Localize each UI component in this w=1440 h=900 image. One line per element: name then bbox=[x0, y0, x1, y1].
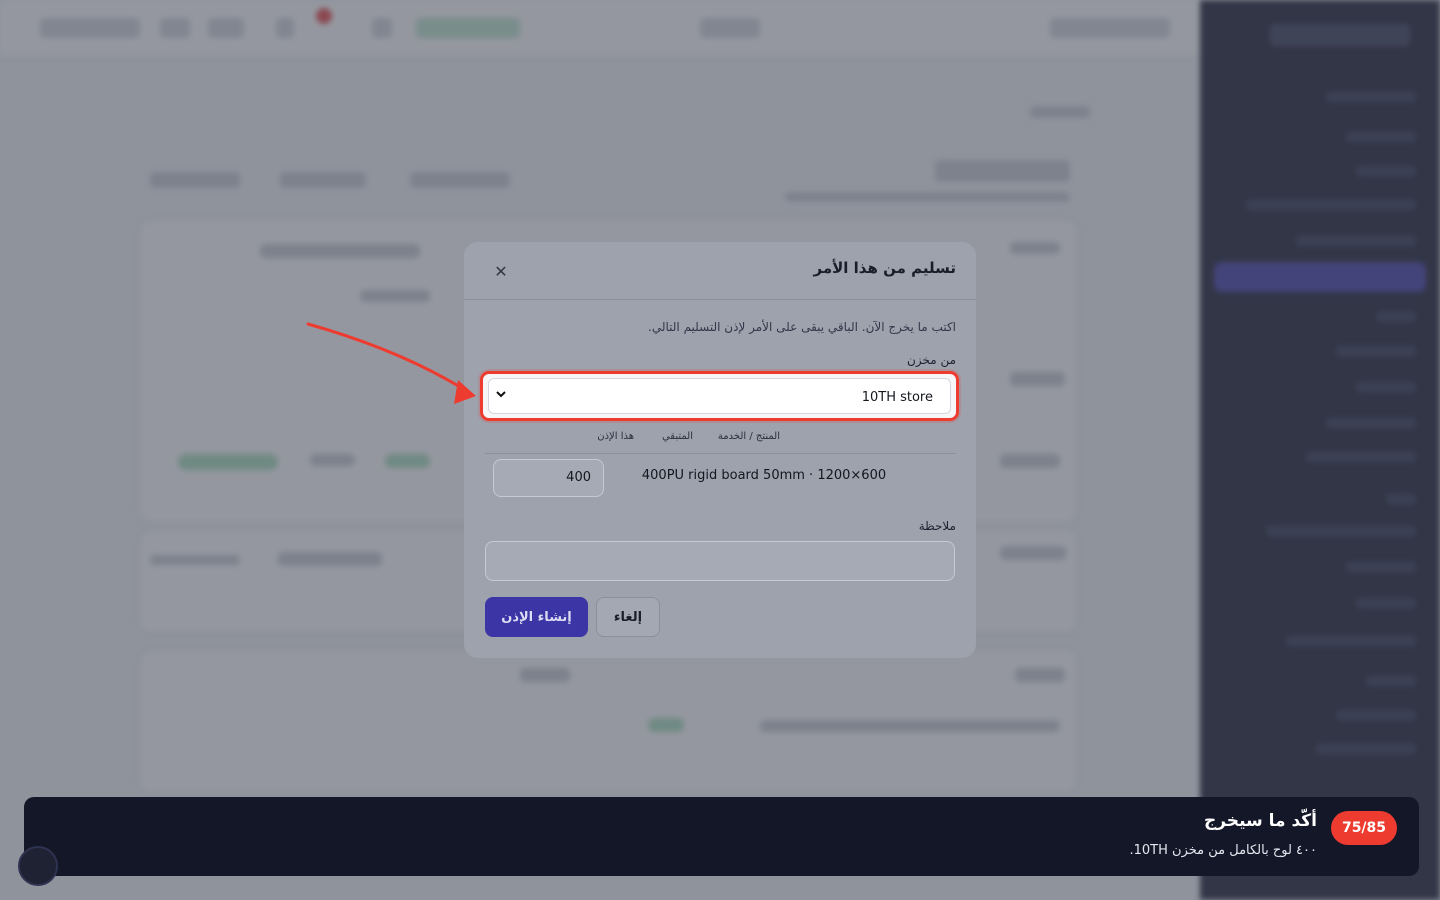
store-select-value: 10TH store bbox=[861, 390, 933, 405]
tour-banner: 75/85 أكّد ما سيخرج ٤٠٠ لوح بالكامل من م… bbox=[24, 797, 1419, 876]
helper-text: اكتب ما يخرج الآن. الباقي يبقى على الأمر… bbox=[648, 320, 956, 334]
modal-title: تسليم من هذا الأمر bbox=[813, 259, 957, 277]
store-select-highlight: 10TH store bbox=[480, 371, 959, 421]
chevron-down-icon bbox=[495, 388, 507, 403]
table-header: المنتج / الخدمة المتبقي هذا الإذن bbox=[485, 431, 956, 454]
cancel-button[interactable]: إلغاء bbox=[596, 597, 660, 637]
header-product: المنتج / الخدمة bbox=[717, 431, 780, 442]
delivery-modal: تسليم من هذا الأمر ✕ اكتب ما يخرج الآن. … bbox=[464, 242, 976, 658]
modal-header: تسليم من هذا الأمر ✕ bbox=[464, 242, 976, 300]
store-select[interactable]: 10TH store bbox=[488, 378, 951, 414]
store-label: من مخزن bbox=[907, 353, 956, 367]
close-button[interactable]: ✕ bbox=[490, 262, 512, 284]
create-permit-button[interactable]: إنشاء الإذن bbox=[485, 597, 588, 637]
help-button[interactable] bbox=[18, 846, 58, 886]
close-icon: ✕ bbox=[494, 264, 508, 281]
step-counter-badge: 75/85 bbox=[1331, 811, 1397, 845]
header-this-permit: هذا الإذن bbox=[597, 431, 634, 442]
quantity-input[interactable]: 400 bbox=[493, 459, 604, 497]
product-cell: 400PU rigid board 50mm · 1200×600 bbox=[641, 468, 887, 483]
header-remaining: المتبقي bbox=[661, 431, 693, 442]
note-input[interactable] bbox=[485, 541, 955, 581]
tour-subtitle: ٤٠٠ لوح بالكامل من مخزن 10TH. bbox=[1129, 843, 1317, 858]
note-label: ملاحظة bbox=[918, 519, 956, 533]
tour-title: أكّد ما سيخرج bbox=[1203, 811, 1317, 831]
